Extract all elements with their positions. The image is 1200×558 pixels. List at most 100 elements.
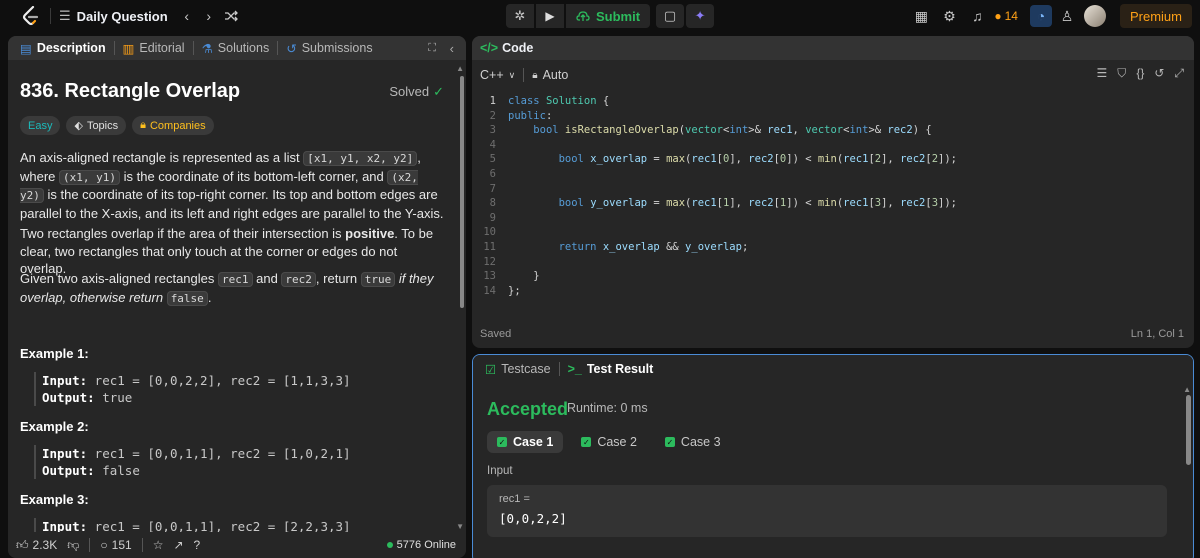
input-label: Input:: [42, 446, 88, 461]
output-label: Output:: [42, 390, 95, 405]
code-text: return x_overlap && y_overlap;: [558, 240, 749, 253]
submit-button[interactable]: Submit: [566, 4, 651, 28]
case-tab-2[interactable]: ✓ Case 2: [571, 431, 647, 453]
tab-submissions[interactable]: ↺ Submissions: [282, 41, 376, 56]
inline-code: [x1, y1, x2, y2]: [303, 151, 418, 166]
lock-icon: 🔒︎: [532, 69, 538, 81]
notes-button[interactable]: ▢: [656, 4, 685, 28]
comments-button[interactable]: ○ 151: [100, 538, 131, 552]
streak-counter[interactable]: ● 14: [994, 9, 1018, 23]
share-icon[interactable]: ↗: [173, 538, 183, 552]
check-icon: ✓: [497, 437, 507, 447]
check-icon: ✓: [664, 437, 675, 447]
favorite-star-icon[interactable]: ☆: [153, 538, 164, 552]
mode-label: Auto: [542, 68, 569, 82]
line-number: 2: [489, 109, 496, 122]
result-panel: ☑ Testcase >_ Test Result Accepted Runti…: [472, 354, 1194, 558]
output-label: Output:: [42, 463, 95, 478]
tab-description[interactable]: ▤ Description: [16, 41, 110, 56]
settings-gear-icon[interactable]: ⚙: [938, 5, 960, 27]
run-button[interactable]: ▶: [536, 4, 564, 28]
tab-solutions[interactable]: ⚗ Solutions: [198, 41, 274, 56]
scroll-up-arrow-icon[interactable]: ▲: [456, 64, 464, 73]
difficulty-label: Easy: [28, 119, 53, 132]
comment-icon: ○: [100, 538, 108, 552]
difficulty-badge: Easy: [20, 116, 61, 135]
description-panel: ▤ Description ▥ Editorial ⚗ Solutions ↺ …: [8, 36, 466, 558]
debug-button[interactable]: ✲: [506, 4, 534, 28]
notification-bell-icon[interactable]: ♫: [966, 5, 988, 27]
solved-label: Solved: [389, 84, 430, 99]
code-line: 1 class Solution {: [472, 94, 1172, 109]
code-line: 13 }: [472, 269, 1172, 284]
prev-problem-icon[interactable]: ‹: [176, 5, 198, 27]
braces-icon[interactable]: {}: [1136, 66, 1144, 81]
timer-icon[interactable]: ◔: [1029, 5, 1052, 27]
footer-separator: [89, 538, 91, 552]
layout-grid-icon[interactable]: ▦: [910, 5, 932, 27]
ai-assist-button[interactable]: ✦: [686, 4, 715, 28]
flame-icon: ●: [994, 9, 1002, 23]
autocomplete-mode[interactable]: 🔒︎ Auto: [532, 68, 568, 82]
code-text: bool isRectangleOverlap(vector<int>& rec…: [533, 124, 932, 137]
scroll-up-arrow-icon[interactable]: ▲: [1183, 385, 1191, 394]
checkbox-icon: ☑: [485, 362, 497, 377]
runtime: Runtime: 0 ms: [567, 401, 648, 415]
description-tabs: ▤ Description ▥ Editorial ⚗ Solutions ↺ …: [8, 36, 466, 60]
code-line: 9: [472, 211, 1172, 226]
expand-icon[interactable]: ⛶: [428, 42, 436, 55]
inline-code: true: [360, 272, 396, 287]
language-select[interactable]: C++ ∨: [480, 68, 515, 82]
tab-separator: [192, 41, 194, 55]
like-button[interactable]: 👍︎ 2.3K: [16, 538, 57, 553]
case-tab-3[interactable]: ✓ Case 3: [655, 431, 731, 453]
tab-test-result[interactable]: >_ Test Result: [564, 362, 658, 376]
companies-chip[interactable]: 🔒︎ Companies: [132, 116, 214, 135]
tab-testcase[interactable]: ☑ Testcase: [481, 362, 555, 377]
text: is the coordinate of its bottom-left cor…: [120, 168, 388, 184]
input-value: [0,0,2,2]: [499, 511, 567, 526]
thumbs-down-icon[interactable]: 👎︎: [67, 538, 79, 553]
result-scrollbar[interactable]: [1186, 395, 1191, 465]
example-input-line: Input: rec1 = [0,0,2,2], rec2 = [1,1,3,3…: [36, 372, 351, 389]
flask-icon: ⚗: [201, 41, 213, 56]
format-icon[interactable]: ☰: [1097, 66, 1108, 81]
input-value: rec1 = [0,0,2,2], rec2 = [1,1,3,3]: [87, 373, 351, 388]
tab-editorial[interactable]: ▥ Editorial: [119, 41, 189, 56]
example-2-title: Example 2:: [20, 419, 89, 434]
next-problem-icon[interactable]: ›: [198, 5, 220, 27]
document-icon: ▤: [20, 41, 32, 56]
bold-text: positive: [345, 226, 395, 241]
bug-icon: ✲: [514, 8, 526, 23]
example-input-line: Input: rec1 = [0,0,1,1], rec2 = [1,0,2,1…: [36, 445, 351, 462]
reset-icon[interactable]: ↺: [1154, 66, 1164, 81]
help-icon[interactable]: ?: [194, 538, 201, 552]
code-editor[interactable]: 1 class Solution { 2 public: 3 bool isRect…: [472, 94, 1172, 298]
like-count: 2.3K: [32, 538, 58, 552]
problem-list-button[interactable]: ☰ Daily Question: [59, 8, 168, 24]
text: is the coordinate of its top-right corne…: [20, 187, 444, 221]
code-toolbar: C++ ∨ 🔒︎ Auto: [472, 64, 1194, 86]
cursor-position: Ln 1, Col 1: [1130, 328, 1184, 340]
case-label: Case 2: [597, 435, 637, 449]
tag-icon: ⬖: [74, 120, 83, 132]
shuffle-icon[interactable]: [220, 5, 242, 27]
case-tab-1[interactable]: ✓ Case 1: [487, 431, 564, 453]
tab-submissions-label: Submissions: [301, 41, 373, 55]
topics-chip[interactable]: ⬖ Topics: [66, 116, 127, 135]
add-friend-icon[interactable]: ♙: [1056, 5, 1078, 27]
premium-button[interactable]: Premium: [1119, 4, 1192, 28]
leetcode-logo[interactable]: [20, 5, 42, 27]
terminal-icon: >_: [567, 362, 582, 376]
top-bar: ☰ Daily Question ‹ › ✲ ▶ Submit ▢ ✦ ▦ ⚙ …: [0, 0, 1200, 32]
collapse-chevron-icon[interactable]: ‹: [450, 41, 454, 56]
description-footer: 👍︎ 2.3K 👎︎ ○ 151 ☆ ↗ ? 5776 Online: [8, 532, 466, 558]
user-avatar[interactable]: [1083, 5, 1106, 27]
problem-title[interactable]: 836. Rectangle Overlap: [20, 80, 240, 103]
description-scrollbar[interactable]: [460, 76, 464, 308]
scroll-down-arrow-icon[interactable]: ▼: [456, 522, 464, 531]
fullscreen-icon[interactable]: ⤢: [1174, 66, 1184, 81]
bookmark-icon[interactable]: ⛉: [1117, 66, 1126, 81]
